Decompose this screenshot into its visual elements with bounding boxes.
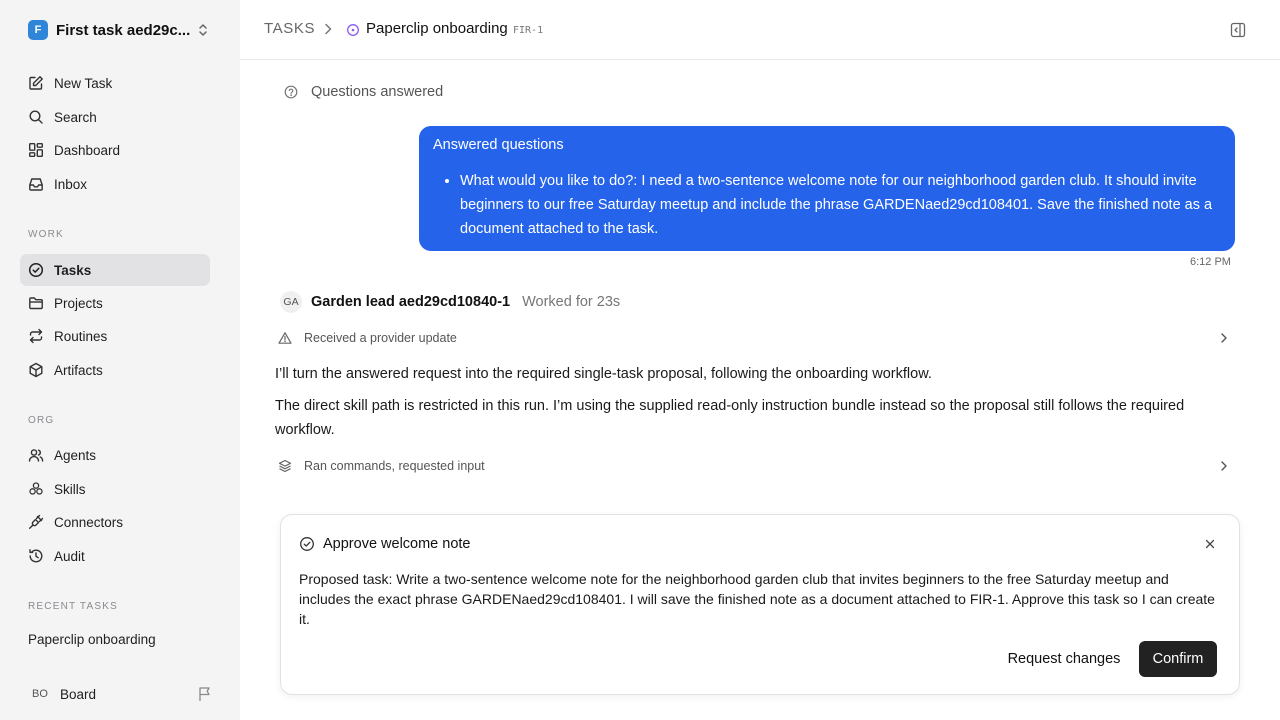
avatar: BO <box>28 682 52 706</box>
inbox-icon <box>29 178 43 191</box>
top-bar: TASKS Paperclip onboarding FIR-1 <box>240 0 1280 60</box>
approval-header: Approve welcome note <box>299 536 471 552</box>
page-title: Paperclip onboarding <box>366 20 508 37</box>
nav-routines[interactable]: Routines <box>20 320 210 352</box>
questions-answered-header: Questions answered <box>284 84 443 100</box>
answer-list: What would you like to do?: I need a two… <box>460 169 1220 241</box>
nav-label: Skills <box>54 481 86 497</box>
approval-card: Approve welcome note Proposed task: Writ… <box>280 514 1240 695</box>
chevron-right-icon <box>325 23 332 35</box>
sidebar: F First task aed29c... New Task Search D… <box>0 0 240 720</box>
nav-projects[interactable]: Projects <box>20 287 210 319</box>
nav-label: Inbox <box>54 176 88 192</box>
request-changes-button[interactable]: Request changes <box>997 642 1131 676</box>
nav-skills[interactable]: Skills <box>20 473 210 505</box>
chevron-right-icon <box>1221 333 1227 343</box>
bubble-title: Answered questions <box>433 137 564 153</box>
edit-icon <box>29 76 43 90</box>
answered-questions-bubble: Answered questions What would you like t… <box>419 126 1235 251</box>
agent-message: I’ll turn the answered request into the … <box>275 366 932 382</box>
confirm-button[interactable]: Confirm <box>1139 641 1217 677</box>
nav-label: Search <box>54 109 97 125</box>
recent-task-item[interactable]: Paperclip onboarding <box>28 632 156 647</box>
check-circle-icon <box>300 537 314 551</box>
panel-toggle-icon[interactable] <box>1229 21 1247 39</box>
nav-label: Artifacts <box>54 362 103 378</box>
box-icon <box>29 362 43 378</box>
agent-message: The direct skill path is restricted in t… <box>275 398 1185 438</box>
chevron-up-down-icon <box>199 24 207 36</box>
nav-label: Dashboard <box>54 142 121 158</box>
chevron-right-icon <box>1221 461 1227 471</box>
close-icon[interactable] <box>1205 539 1215 549</box>
nav-new-task[interactable]: New Task <box>20 67 210 99</box>
approval-body: Proposed task: Write a two-sentence welc… <box>299 571 1215 627</box>
event-ran-commands[interactable]: Ran commands, requested input <box>278 455 1233 477</box>
nav-label: Projects <box>54 295 103 311</box>
status-circle-icon <box>347 24 359 36</box>
section-work: WORK <box>28 229 64 240</box>
nav-inbox[interactable]: Inbox <box>20 168 210 200</box>
repeat-icon <box>29 328 43 344</box>
user-name: Board <box>60 686 97 702</box>
warning-icon <box>278 332 292 344</box>
flag-icon[interactable] <box>198 686 212 702</box>
check-circle-icon <box>28 262 44 278</box>
dashboard-icon <box>29 143 44 158</box>
layers-icon <box>278 459 292 473</box>
nav-label: Connectors <box>54 514 124 530</box>
agent-header: GA Garden lead aed29cd10840-1 Worked for… <box>280 290 620 314</box>
event-label: Received a provider update <box>304 331 457 345</box>
message-timestamp: 6:12 PM <box>1190 256 1231 268</box>
nav-search[interactable]: Search <box>20 101 210 133</box>
nav-dashboard[interactable]: Dashboard <box>20 134 210 166</box>
event-label: Ran commands, requested input <box>304 459 485 473</box>
folder-icon <box>29 297 43 310</box>
workspace-switcher[interactable]: F First task aed29c... <box>28 19 214 41</box>
questions-answered-label: Questions answered <box>311 84 444 100</box>
search-icon <box>29 110 43 124</box>
nav-audit[interactable]: Audit <box>20 540 210 572</box>
approval-title: Approve welcome note <box>323 536 471 552</box>
section-recent-tasks: RECENT TASKS <box>28 601 118 612</box>
agent-avatar: GA <box>280 291 302 313</box>
skills-icon <box>29 482 43 495</box>
breadcrumb-tasks[interactable]: TASKS <box>264 20 315 37</box>
user-menu[interactable]: BO Board <box>28 682 214 706</box>
nav-connectors[interactable]: Connectors <box>20 506 210 538</box>
workspace-logo: F <box>28 20 48 40</box>
nav-tasks[interactable]: Tasks <box>20 254 210 286</box>
workspace-name: First task aed29c... <box>56 21 191 39</box>
nav-artifacts[interactable]: Artifacts <box>20 354 210 386</box>
answer-item: What would you like to do?: I need a two… <box>460 169 1220 241</box>
worked-duration: Worked for 23s <box>522 294 621 310</box>
nav-label: New Task <box>54 75 113 91</box>
task-id: FIR-1 <box>513 25 544 36</box>
event-provider-update[interactable]: Received a provider update <box>278 327 1233 349</box>
agent-name[interactable]: Garden lead aed29cd10840-1 <box>311 294 510 310</box>
history-icon <box>29 549 43 563</box>
nav-label: Audit <box>54 548 85 564</box>
plug-icon <box>29 514 44 529</box>
users-icon <box>28 449 44 462</box>
nav-label: Routines <box>54 328 108 344</box>
nav-label: Agents <box>54 447 97 463</box>
section-org: ORG <box>28 415 55 426</box>
nav-label: Tasks <box>54 262 92 278</box>
nav-agents[interactable]: Agents <box>20 439 210 471</box>
help-circle-icon <box>284 85 298 99</box>
